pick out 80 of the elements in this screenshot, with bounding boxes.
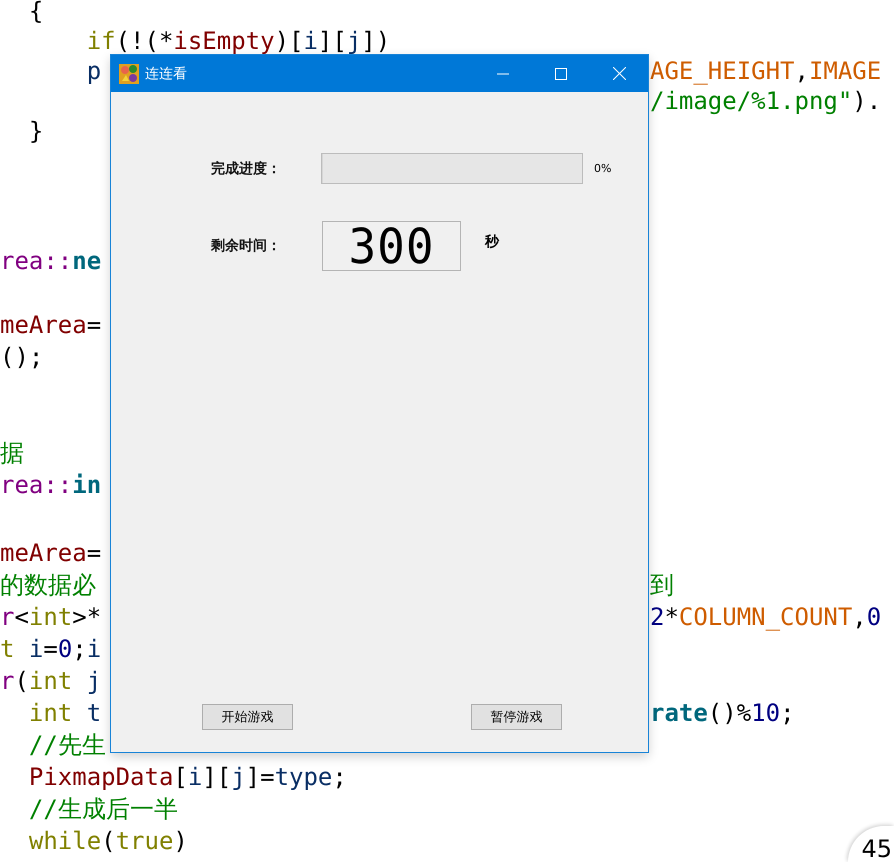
code-text: 0 xyxy=(866,602,882,633)
maximize-icon xyxy=(555,68,567,80)
code-text: ()% xyxy=(708,698,752,729)
code-text: p xyxy=(86,56,102,86)
code-text: i xyxy=(28,634,44,665)
code-text: j xyxy=(231,762,246,793)
code-text: { xyxy=(28,0,44,26)
fruit-icon xyxy=(119,64,139,84)
code-text: int xyxy=(28,666,72,697)
code-text: i xyxy=(188,762,202,793)
code-comment: //先生 xyxy=(28,730,106,761)
window-title: 连连看 xyxy=(145,64,188,82)
code-text: /image/%1.png" xyxy=(650,86,852,116)
progress-reading: 0% xyxy=(594,162,612,175)
code-text: AGE_HEIGHT xyxy=(650,56,794,86)
code-text: r xyxy=(0,602,14,633)
code-text: ). xyxy=(852,86,882,116)
code-text: rea:: xyxy=(0,246,72,277)
code-text: i xyxy=(303,26,318,56)
close-icon xyxy=(612,67,626,80)
code-text: ( xyxy=(14,666,29,697)
code-text: = xyxy=(43,634,58,665)
code-text: j xyxy=(346,26,362,56)
code-text: type xyxy=(274,762,332,793)
code-text: * xyxy=(664,602,679,633)
code-text: (); xyxy=(0,342,44,373)
speed-value: 45 xyxy=(861,836,892,862)
code-text: isEmpty xyxy=(173,26,275,56)
code-text: IMAGE xyxy=(808,56,882,86)
code-text: meArea xyxy=(0,310,87,341)
code-text: } xyxy=(28,116,44,146)
code-text: t xyxy=(86,698,102,729)
code-text: r xyxy=(0,666,14,697)
code-text: , xyxy=(852,602,867,633)
code-text: = xyxy=(86,310,102,341)
time-label: 剩余时间： xyxy=(211,237,282,255)
progress-label: 完成进度： xyxy=(211,160,282,178)
code-text: while xyxy=(28,826,102,857)
code-text: ; xyxy=(72,634,87,665)
code-text: rate xyxy=(650,698,708,729)
pause-button[interactable]: 暂停游戏 xyxy=(471,704,562,730)
code-text: ]= xyxy=(246,762,275,793)
code-text: PixmapData xyxy=(28,762,174,793)
code-text: ; xyxy=(332,762,347,793)
code-text: [ xyxy=(173,762,188,793)
code-text: ]) xyxy=(361,26,390,56)
code-text: int xyxy=(28,698,72,729)
code-text: < xyxy=(14,602,29,633)
code-text: 10 xyxy=(751,698,780,729)
code-text: , xyxy=(794,56,809,86)
code-text: ) xyxy=(173,826,188,857)
code-text: true xyxy=(116,826,174,857)
code-text: ][ xyxy=(202,762,232,793)
code-comment: 的数据必 xyxy=(0,570,96,601)
code-comment: //生成后一半 xyxy=(28,794,178,825)
start-button[interactable]: 开始游戏 xyxy=(202,704,293,730)
code-text: if xyxy=(86,26,116,56)
code-text: ; xyxy=(780,698,795,729)
code-text: 2 xyxy=(650,602,664,633)
speed-widget[interactable]: 45 xyxy=(848,826,894,862)
code-text: int xyxy=(28,602,72,633)
code-text: )[ xyxy=(274,26,304,56)
code-text: = xyxy=(86,538,102,569)
code-text: j xyxy=(86,666,102,697)
code-text: COLUMN_COUNT xyxy=(678,602,852,633)
code-text: ( xyxy=(101,826,116,857)
code-comment: 据 xyxy=(0,438,24,469)
code-text: in xyxy=(72,470,102,501)
code-text: 0 xyxy=(58,634,72,665)
code-text: rea:: xyxy=(0,470,72,501)
code-text: >* xyxy=(72,602,102,633)
lcd-number: 300 xyxy=(348,218,435,274)
code-text: i xyxy=(86,634,102,665)
code-comment: 到 xyxy=(650,570,674,601)
code-text: t xyxy=(0,634,14,665)
code-text: ][ xyxy=(318,26,347,56)
code-text: meArea xyxy=(0,538,87,569)
code-text: (!(* xyxy=(116,26,174,56)
time-unit: 秒 xyxy=(485,233,499,251)
code-text: ne xyxy=(72,246,102,277)
